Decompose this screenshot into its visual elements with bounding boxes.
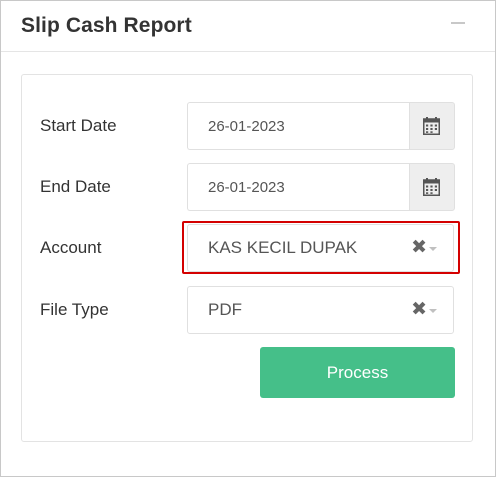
panel-title: Slip Cash Report bbox=[21, 14, 192, 37]
end-date-label: End Date bbox=[40, 177, 111, 196]
calendar-icon bbox=[423, 117, 440, 135]
chevron-down-icon[interactable] bbox=[429, 247, 437, 251]
slip-cash-report-panel: Slip Cash Report Start Date 26-01-2023 E… bbox=[0, 0, 496, 477]
end-date-row: End Date bbox=[22, 163, 472, 211]
file-type-selected-value: PDF bbox=[208, 300, 242, 319]
clear-account-icon[interactable]: ✖ bbox=[411, 238, 427, 257]
end-date-input[interactable] bbox=[187, 163, 430, 211]
process-button[interactable]: Process bbox=[260, 347, 455, 398]
calendar-icon bbox=[423, 178, 440, 196]
start-date-label: Start Date bbox=[40, 116, 117, 135]
account-select[interactable]: KAS KECIL DUPAK ✖ bbox=[187, 224, 454, 272]
start-date-input[interactable] bbox=[187, 102, 430, 150]
file-type-select[interactable]: PDF ✖ bbox=[187, 286, 454, 334]
start-date-calendar-button[interactable] bbox=[409, 102, 455, 150]
collapse-icon[interactable] bbox=[451, 22, 465, 24]
file-type-row: File Type PDF ✖ bbox=[22, 286, 472, 334]
account-label: Account bbox=[40, 238, 102, 257]
chevron-down-icon[interactable] bbox=[429, 309, 437, 313]
clear-file-type-icon[interactable]: ✖ bbox=[411, 300, 427, 319]
account-row: Account KAS KECIL DUPAK ✖ bbox=[22, 221, 472, 274]
start-date-row: Start Date bbox=[22, 102, 472, 150]
report-form: Start Date 26-01-2023 End Date 26-01-202… bbox=[21, 74, 473, 442]
file-type-label: File Type bbox=[40, 300, 109, 319]
panel-header: Slip Cash Report bbox=[1, 1, 495, 52]
account-selected-value: KAS KECIL DUPAK bbox=[208, 238, 358, 257]
end-date-calendar-button[interactable] bbox=[409, 163, 455, 211]
